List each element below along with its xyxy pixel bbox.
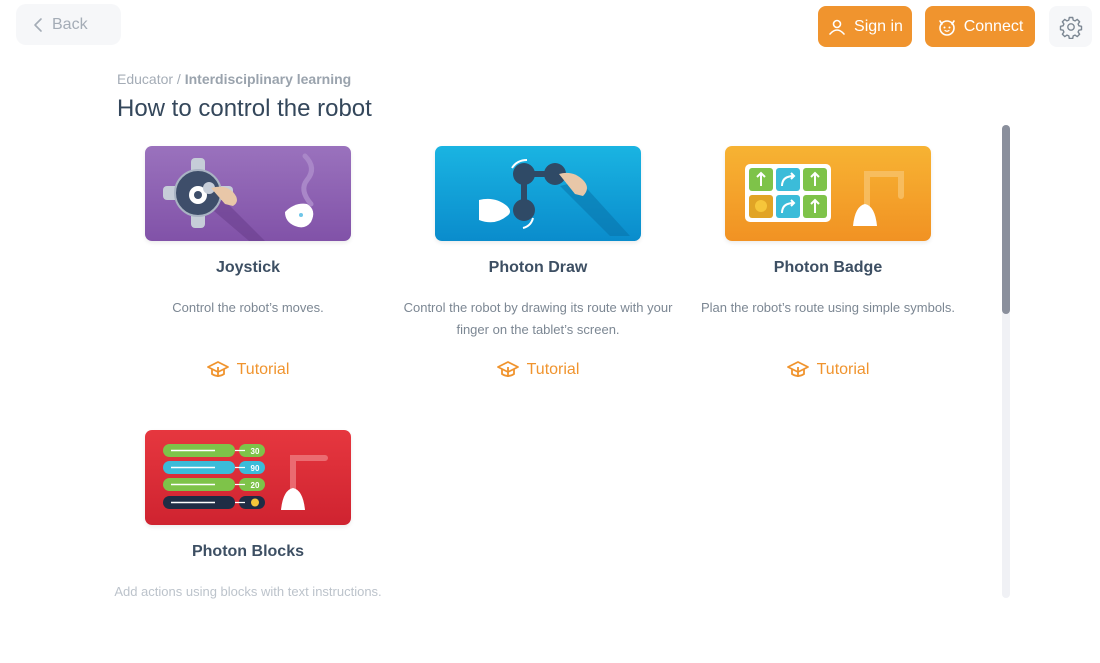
scrollbar-track[interactable] (1002, 125, 1010, 598)
block-value: 90 (251, 464, 260, 473)
breadcrumb: Educator / Interdisciplinary learning (117, 71, 351, 87)
card-description: Control the robot by drawing its route w… (403, 300, 673, 337)
card-title: Joystick (215, 259, 281, 276)
breadcrumb-parent[interactable]: Educator (117, 71, 173, 87)
gear-icon (1059, 16, 1082, 39)
joystick-illustration (145, 146, 351, 241)
block-value: 30 (251, 447, 260, 456)
connect-button[interactable]: Connect (925, 6, 1035, 47)
user-icon (829, 19, 845, 35)
robot-face-icon (938, 19, 955, 36)
card-description: Plan the robot’s route using simple symb… (700, 300, 956, 315)
card-title: Photon Badge (773, 259, 883, 276)
page-title: How to control the robot (117, 95, 372, 122)
tutorial-link[interactable]: Tutorial (206, 361, 290, 379)
breadcrumb-separator: / (173, 71, 185, 87)
tutorial-label: Tutorial (526, 361, 580, 378)
scrollbar-thumb[interactable] (1002, 125, 1010, 315)
card-photon-badge: Photon Badge Plan the robot’s route usin… (683, 146, 973, 384)
graduation-cap-icon (786, 361, 809, 377)
tutorial-label: Tutorial (236, 361, 290, 378)
connect-label: Connect (963, 17, 1024, 35)
tutorial-label: Tutorial (816, 361, 870, 378)
card-title: Photon Blocks (191, 543, 304, 560)
photon-blocks-thumbnail[interactable]: 30 90 20 (145, 430, 351, 525)
chevron-left-icon (34, 17, 42, 32)
back-label: Back (52, 15, 88, 33)
breadcrumb-current: Interdisciplinary learning (184, 71, 352, 87)
photon-blocks-illustration: 30 90 20 (145, 430, 351, 525)
graduation-cap-icon (206, 361, 229, 377)
tutorial-link[interactable]: Tutorial (496, 361, 580, 379)
card-description: Control the robot’s moves. (172, 300, 324, 315)
block-value: 20 (251, 481, 260, 490)
joystick-thumbnail[interactable] (145, 146, 351, 241)
tutorial-link[interactable]: Tutorial (786, 361, 870, 379)
card-photon-blocks: 30 90 20 Photon Blocks Add actions using… (103, 430, 393, 625)
card-joystick: Joystick Control the robot’s moves. Tuto… (103, 146, 393, 384)
photon-badge-thumbnail[interactable] (725, 146, 931, 241)
card-description: Add actions using blocks with text instr… (114, 584, 382, 599)
card-photon-draw: Photon Draw Control the robot by drawing… (393, 146, 683, 384)
photon-draw-illustration (435, 146, 641, 241)
photon-badge-illustration (725, 146, 931, 241)
graduation-cap-icon (496, 361, 519, 377)
card-title: Photon Draw (488, 259, 588, 276)
photon-draw-thumbnail[interactable] (435, 146, 641, 241)
back-button[interactable]: Back (16, 4, 121, 45)
sign-in-button[interactable]: Sign in (818, 6, 912, 47)
sign-in-label: Sign in (854, 17, 903, 35)
settings-button[interactable] (1049, 6, 1092, 47)
